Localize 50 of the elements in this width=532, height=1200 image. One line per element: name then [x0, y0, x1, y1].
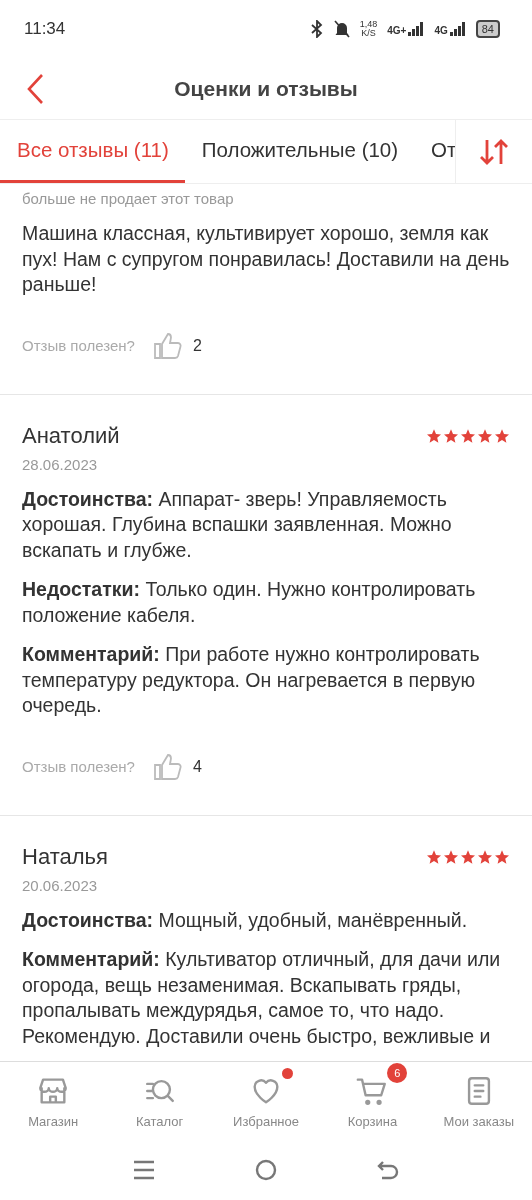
nav-tab[interactable]: Каталог	[106, 1062, 213, 1140]
thumbs-up-icon[interactable]	[152, 752, 183, 781]
like-count: 4	[192, 757, 202, 776]
battery-level: 84	[475, 20, 500, 38]
bluetooth-icon	[309, 20, 324, 38]
star-icon	[477, 848, 493, 865]
star-icon	[494, 427, 510, 444]
filter-tab[interactable]: Все отзывы (11)	[0, 120, 185, 183]
network-speed: 1,48	[359, 20, 378, 29]
network-type: 4G+	[387, 25, 407, 36]
review-text: Достоинства: Аппарат- зверь! Управляемость хорошая. Глубина вспашки заявленная. Можно вскапать и глубже.	[22, 486, 453, 563]
reviewer-name: Наталья	[22, 843, 108, 870]
speed-unit: K/S	[361, 29, 376, 38]
reviewer-name: Анатолий	[22, 422, 120, 449]
review-text: Достоинства: Мощный, удобный, манёвренный.	[22, 907, 469, 933]
star-icon	[443, 427, 459, 444]
star-icon	[443, 848, 459, 865]
nav-tab[interactable]: Магазин	[0, 1062, 107, 1140]
home-button[interactable]	[255, 1159, 277, 1181]
network-type: 4G	[434, 25, 448, 36]
review-text: Машина классная, культивирует хорошо, земля как пух! Нам с супругом понравилась! Доставили на день раньше!	[22, 221, 510, 297]
review-date: 28.06.2023	[22, 455, 99, 473]
nav-tab[interactable]: 6 Корзина	[319, 1062, 426, 1140]
muted-bell-icon	[333, 20, 350, 38]
status-time: 11:34	[24, 19, 66, 39]
cart-count-badge: 6	[387, 1063, 408, 1083]
star-icon	[477, 427, 493, 444]
menu-button[interactable]	[133, 1160, 155, 1180]
like-count: 2	[192, 336, 202, 355]
nav-tab[interactable]: Избранное	[212, 1062, 320, 1140]
star-icon	[460, 848, 476, 865]
filter-tab[interactable]: Положительные (10)	[184, 120, 415, 183]
star-icon	[426, 427, 442, 444]
thumbs-up-icon[interactable]	[152, 331, 183, 360]
review-date: 20.06.2023	[22, 876, 99, 894]
review-text: Недостатки: Только один. Нужно контролировать положение кабеля.	[22, 577, 477, 628]
helpful-prompt: Отзыв полезен?	[22, 758, 135, 775]
review-text: Комментарий: Культиватор отличный, для дачи или огорода, вещь незаменимая. Вскапывать гряды, пропалывать междурядья, самое то, что надо. Рекомендую. Доставили очень быстро, вежливые и	[22, 947, 502, 1049]
signal-icon	[408, 22, 425, 36]
review-note: больше не продает этот товар	[22, 190, 235, 207]
page-title: Оценки и отзывы	[174, 76, 358, 101]
star-icon	[426, 848, 442, 865]
signal-icon	[449, 22, 466, 36]
star-icon	[494, 848, 510, 865]
helpful-prompt: Отзыв полезен?	[22, 337, 135, 354]
review-text: Комментарий: При работе нужно контролировать температуру редуктора. Он нагревается в первую очередь.	[22, 642, 481, 718]
nav-tab[interactable]: Мои заказы	[425, 1062, 532, 1140]
sort-icon	[479, 137, 509, 166]
star-icon	[460, 427, 476, 444]
back-nav-button[interactable]	[377, 1160, 399, 1180]
